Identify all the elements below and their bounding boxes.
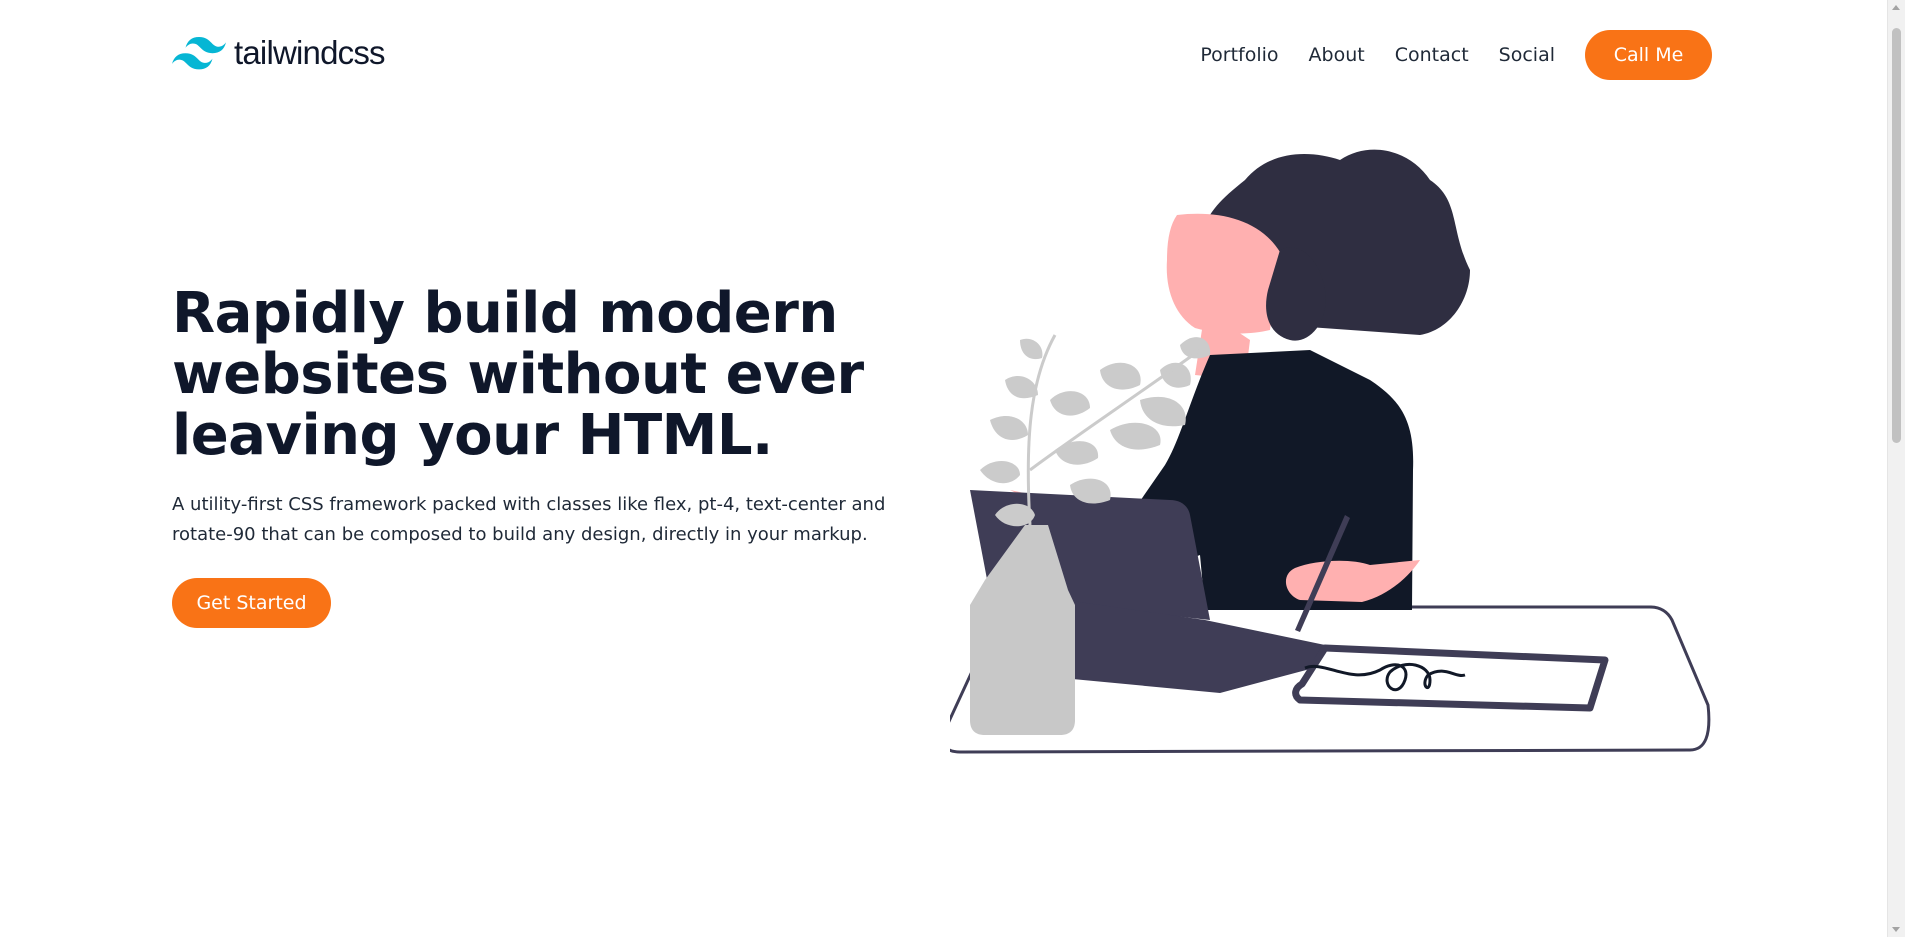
nav-link-social[interactable]: Social [1499,44,1555,66]
hero-title: Rapidly build modern websites without ev… [172,281,864,468]
call-me-button[interactable]: Call Me [1585,30,1712,80]
get-started-button[interactable]: Get Started [172,578,331,628]
nav-link-contact[interactable]: Contact [1395,44,1469,66]
woman-at-desk-illustration [941,149,1711,754]
scrollbar-thumb[interactable] [1892,28,1901,443]
tailwind-wave-logo-icon [172,36,226,70]
scroll-up-arrow-icon[interactable] [1892,5,1900,10]
hero-illustration [941,140,1720,764]
scroll-down-arrow-icon[interactable] [1892,927,1900,932]
brand-name: tailwindcss [234,34,386,71]
brand-logo-link[interactable]: tailwindcss [172,34,386,72]
nav-link-about[interactable]: About [1309,44,1365,66]
site-header: tailwindcss Portfolio About Contact Soci… [172,30,1712,80]
hero-section: Rapidly build modern websites without ev… [172,283,912,628]
hero-subtitle: A utility-first CSS framework packed wit… [172,494,886,545]
nav-link-portfolio[interactable]: Portfolio [1200,44,1278,66]
drawing-tablet [1292,644,1609,712]
main-nav: Portfolio About Contact Social Call Me [1200,30,1712,80]
vertical-scrollbar[interactable] [1887,0,1905,937]
